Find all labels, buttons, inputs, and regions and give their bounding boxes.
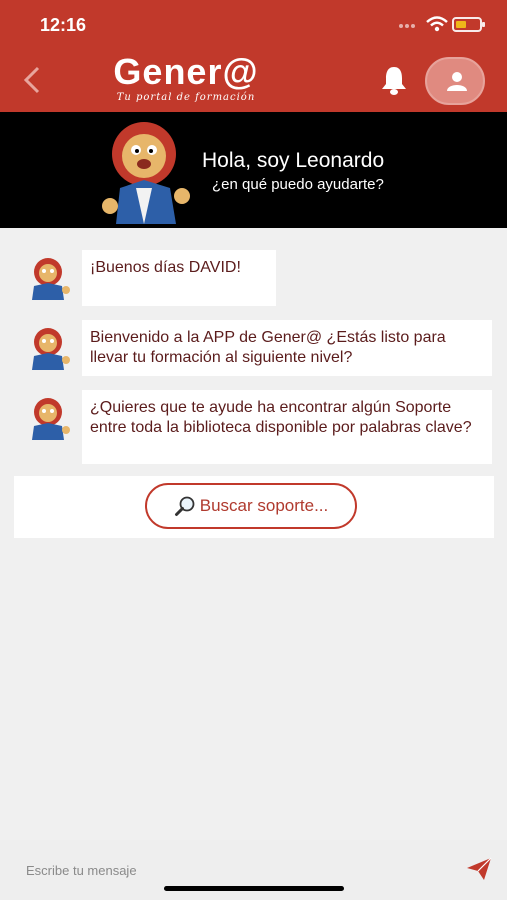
message-bubble: Bienvenido a la APP de Gener@ ¿Estás lis… bbox=[82, 320, 492, 376]
lion-avatar-icon bbox=[32, 328, 70, 370]
status-time: 12:16 bbox=[40, 15, 87, 35]
status-bar: 12:16 bbox=[0, 0, 507, 50]
message-composer bbox=[0, 840, 507, 900]
assistant-banner: Hola, soy Leonardo ¿en qué puedo ayudart… bbox=[0, 112, 507, 228]
lion-avatar-icon bbox=[32, 258, 70, 300]
banner-title: Hola, soy Leonardo bbox=[202, 149, 385, 172]
lion-avatar-icon bbox=[32, 398, 70, 440]
profile-button[interactable] bbox=[425, 57, 485, 105]
search-support-button[interactable]: Buscar soporte... bbox=[145, 483, 357, 529]
lion-mascot-icon bbox=[102, 122, 190, 224]
app-header: 12:16 Gener@ Tu portal de formación bbox=[0, 0, 507, 112]
brand-tagline: Tu portal de formación bbox=[116, 92, 256, 103]
brand-logo: Gener@ Tu portal de formación bbox=[96, 52, 276, 106]
message-input[interactable] bbox=[26, 858, 446, 882]
notification-bell-icon[interactable] bbox=[378, 64, 410, 96]
home-indicator bbox=[164, 886, 344, 891]
send-icon[interactable] bbox=[466, 857, 492, 881]
message-bubble: ¿Quieres que te ayude ha encontrar algún… bbox=[82, 390, 492, 464]
banner-subtitle: ¿en qué puedo ayudarte? bbox=[212, 176, 384, 193]
signal-icon bbox=[399, 24, 415, 28]
magnifier-icon bbox=[174, 496, 195, 516]
brand-name: Gener@ bbox=[113, 51, 259, 92]
user-icon bbox=[447, 72, 467, 91]
wifi-icon bbox=[426, 16, 448, 32]
message-bubble: ¡Buenos días DAVID! bbox=[82, 250, 276, 306]
quick-action-card: Buscar soporte... bbox=[14, 476, 494, 538]
back-chevron-icon[interactable] bbox=[20, 64, 44, 96]
battery-icon bbox=[452, 17, 485, 32]
search-support-label: Buscar soporte... bbox=[199, 496, 329, 515]
